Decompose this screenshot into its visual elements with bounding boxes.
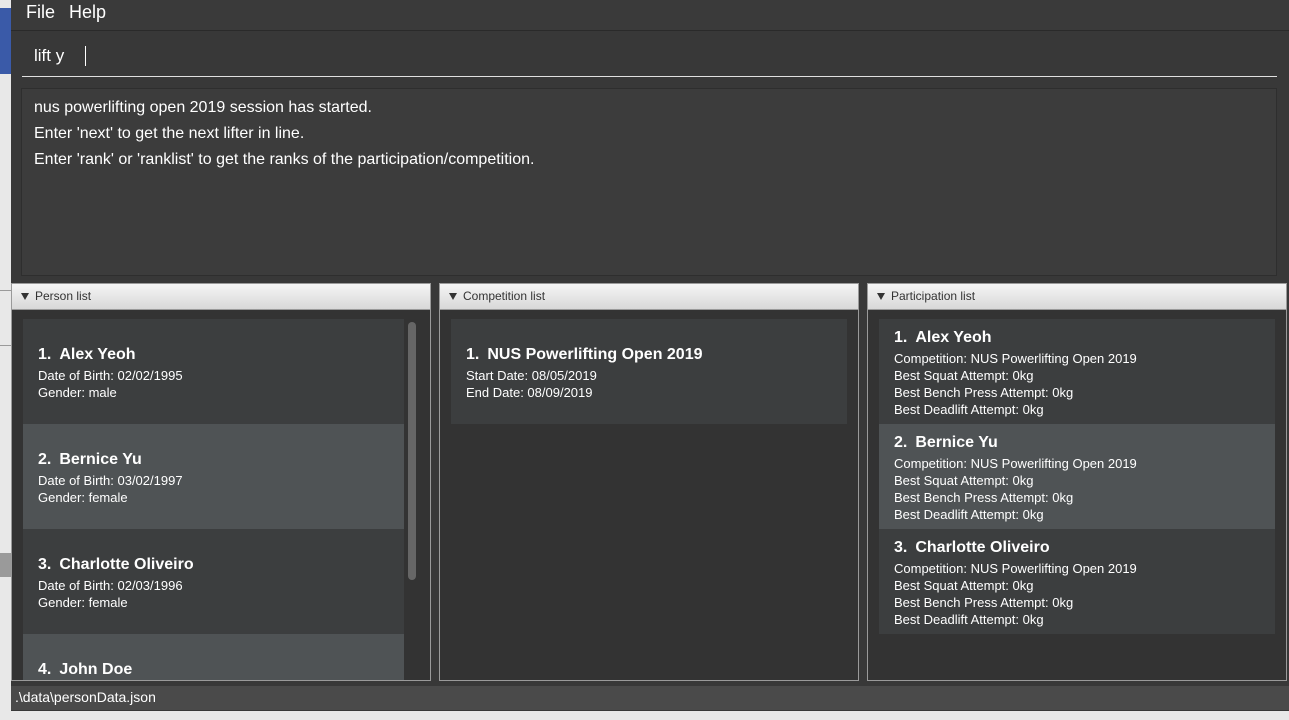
command-input[interactable] (22, 36, 1277, 76)
command-box (22, 36, 1277, 77)
participation-competition: Competition: NUS Powerlifting Open 2019 (894, 351, 1137, 366)
participation-list-header[interactable]: Participation list (868, 284, 1286, 310)
participation-card[interactable]: 2. Bernice Yu Competition: NUS Powerlifti… (879, 424, 1275, 529)
menu-bar: File Help (11, 0, 1289, 31)
left-edge-strip (0, 0, 11, 720)
data-file-path: .\data\personData.json (15, 689, 156, 705)
person-name: 1. Alex Yeoh (38, 346, 136, 363)
person-list-panel: Person list 1. Alex Yeoh Date of Birth: 0… (11, 283, 431, 681)
scrollbar-thumb[interactable] (408, 322, 416, 580)
result-line: Enter 'next' to get the next lifter in l… (34, 125, 305, 142)
result-display: nus powerlifting open 2019 session has s… (21, 88, 1277, 276)
participation-card[interactable]: 1. Alex Yeoh Competition: NUS Powerliftin… (879, 319, 1275, 424)
participation-bench: Best Bench Press Attempt: 0kg (894, 595, 1074, 610)
participation-list-title: Participation list (891, 289, 976, 303)
person-card[interactable]: 3. Charlotte Oliveiro Date of Birth: 02/0… (23, 529, 404, 634)
competition-list-panel: Competition list 1. NUS Powerlifting Open… (439, 283, 859, 681)
person-list-body[interactable]: 1. Alex Yeoh Date of Birth: 02/02/1995 Ge… (12, 309, 430, 680)
collapse-triangle-icon[interactable] (449, 293, 457, 300)
status-bar: .\data\personData.json (11, 686, 1289, 710)
menu-help[interactable]: Help (69, 2, 106, 23)
person-name: 3. Charlotte Oliveiro (38, 556, 194, 573)
participation-deadlift: Best Deadlift Attempt: 0kg (894, 507, 1044, 522)
participation-squat: Best Squat Attempt: 0kg (894, 473, 1034, 488)
participation-list-panel: Participation list 1. Alex Yeoh Competiti… (867, 283, 1287, 681)
bottom-edge-strip (11, 711, 1289, 720)
edge-line (0, 290, 11, 291)
edge-block (0, 553, 11, 577)
participation-name: 1. Alex Yeoh (894, 329, 992, 346)
result-line: Enter 'rank' or 'ranklist' to get the ra… (34, 151, 535, 168)
participation-name: 3. Charlotte Oliveiro (894, 539, 1050, 556)
person-gender: Gender: male (38, 385, 117, 400)
person-list-title: Person list (35, 289, 92, 303)
edge-line (0, 345, 11, 346)
person-list-header[interactable]: Person list (12, 284, 430, 310)
competition-card[interactable]: 1. NUS Powerlifting Open 2019 Start Date:… (451, 319, 847, 424)
competition-list-body[interactable]: 1. NUS Powerlifting Open 2019 Start Date:… (440, 309, 858, 680)
person-card[interactable]: 4. John Doe (23, 634, 404, 680)
competition-list-header[interactable]: Competition list (440, 284, 858, 310)
competition-end-date: End Date: 08/09/2019 (466, 385, 593, 400)
participation-deadlift: Best Deadlift Attempt: 0kg (894, 402, 1044, 417)
person-name: 2. Bernice Yu (38, 451, 142, 468)
participation-bench: Best Bench Press Attempt: 0kg (894, 385, 1074, 400)
participation-competition: Competition: NUS Powerlifting Open 2019 (894, 561, 1137, 576)
person-card[interactable]: 2. Bernice Yu Date of Birth: 03/02/1997 G… (23, 424, 404, 529)
person-gender: Gender: female (38, 595, 128, 610)
person-name: 4. John Doe (38, 661, 133, 678)
person-gender: Gender: female (38, 490, 128, 505)
competition-start-date: Start Date: 08/05/2019 (466, 368, 597, 383)
person-card[interactable]: 1. Alex Yeoh Date of Birth: 02/02/1995 Ge… (23, 319, 404, 424)
participation-name: 2. Bernice Yu (894, 434, 998, 451)
menu-file[interactable]: File (26, 2, 55, 23)
result-line: nus powerlifting open 2019 session has s… (34, 99, 372, 116)
participation-competition: Competition: NUS Powerlifting Open 2019 (894, 456, 1137, 471)
participation-squat: Best Squat Attempt: 0kg (894, 368, 1034, 383)
participation-card[interactable]: 3. Charlotte Oliveiro Competition: NUS Po… (879, 529, 1275, 634)
participation-deadlift: Best Deadlift Attempt: 0kg (894, 612, 1044, 627)
text-caret (85, 46, 86, 66)
person-list-scrollbar[interactable] (408, 322, 416, 580)
competition-list-title: Competition list (463, 289, 546, 303)
person-dob: Date of Birth: 03/02/1997 (38, 473, 183, 488)
collapse-triangle-icon[interactable] (877, 293, 885, 300)
participation-list-body[interactable]: 1. Alex Yeoh Competition: NUS Powerliftin… (868, 309, 1286, 680)
edge-blue-block (0, 8, 11, 74)
participation-bench: Best Bench Press Attempt: 0kg (894, 490, 1074, 505)
person-dob: Date of Birth: 02/03/1996 (38, 578, 183, 593)
participation-squat: Best Squat Attempt: 0kg (894, 578, 1034, 593)
collapse-triangle-icon[interactable] (21, 293, 29, 300)
competition-name: 1. NUS Powerlifting Open 2019 (466, 346, 703, 363)
person-dob: Date of Birth: 02/02/1995 (38, 368, 183, 383)
